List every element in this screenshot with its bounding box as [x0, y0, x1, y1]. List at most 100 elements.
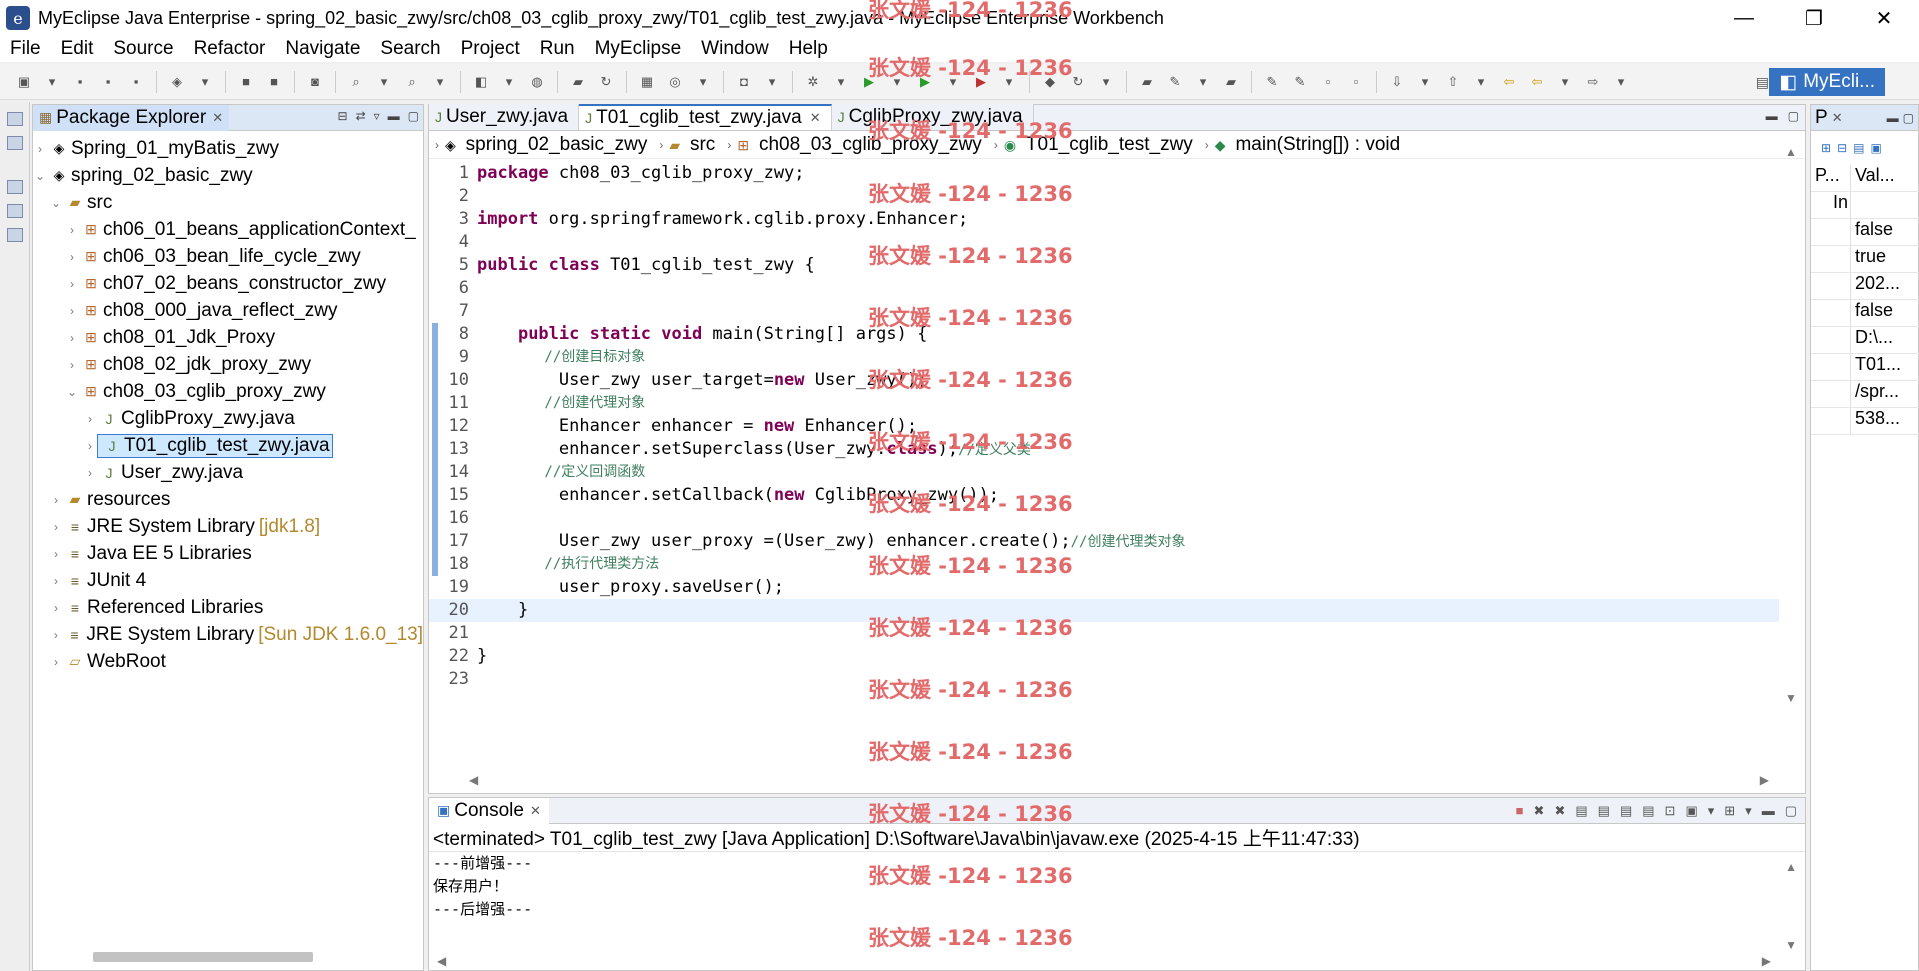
collapse-arrow-icon[interactable]: ⌄: [49, 196, 63, 210]
expand-arrow-icon[interactable]: ›: [65, 331, 79, 345]
clear-console-icon[interactable]: ▤: [1575, 803, 1587, 819]
folder-icon[interactable]: ▰: [567, 72, 589, 92]
breadcrumb-method[interactable]: ◆ main(String[]) : void: [1215, 134, 1406, 156]
tree-item-package[interactable]: › ⊞ ch08_01_Jdk_Proxy: [33, 324, 423, 351]
menu-navigate[interactable]: Navigate: [275, 38, 370, 60]
menu-refactor[interactable]: Refactor: [184, 38, 276, 60]
dropdown-icon[interactable]: ▾: [1095, 72, 1117, 92]
open-console-icon[interactable]: ⊞: [1724, 803, 1735, 819]
new-wizard-icon[interactable]: ◈: [166, 72, 188, 92]
perspective-button[interactable]: ◧ MyEcli...: [1769, 68, 1885, 96]
search-icon[interactable]: ⌕: [345, 72, 367, 92]
property-value[interactable]: 538...: [1851, 408, 1919, 434]
new-class-icon[interactable]: ◆: [1039, 72, 1061, 92]
tree-item-file-selected[interactable]: › J T01_cglib_test_zwy.java: [33, 432, 423, 459]
scroll-left-icon[interactable]: ◀: [437, 954, 446, 968]
expand-arrow-icon[interactable]: ›: [49, 655, 63, 669]
open-type-icon[interactable]: ⌕: [401, 72, 423, 92]
db-icon[interactable]: ◎: [664, 72, 686, 92]
categories-icon[interactable]: ⊞: [1821, 141, 1831, 155]
property-value[interactable]: true: [1851, 246, 1919, 272]
dropdown-icon[interactable]: ▾: [1192, 72, 1214, 92]
minimize-button[interactable]: —: [1709, 0, 1779, 36]
expand-arrow-icon[interactable]: ›: [49, 574, 63, 588]
tree-item-library[interactable]: › ≡ JRE System Library [jdk1.8]: [33, 513, 423, 540]
minimize-view-icon[interactable]: ▬: [1762, 803, 1775, 819]
property-value[interactable]: false: [1851, 219, 1919, 245]
open-task-icon[interactable]: ▰: [1220, 72, 1242, 92]
column-header[interactable]: P...: [1811, 165, 1851, 191]
expand-arrow-icon[interactable]: ›: [65, 250, 79, 264]
restore-icon[interactable]: [7, 180, 23, 194]
table-icon[interactable]: ▦: [636, 72, 658, 92]
tree-item-folder[interactable]: › ▰ resources: [33, 486, 423, 513]
refresh-icon[interactable]: ↻: [595, 72, 617, 92]
last-edit-icon[interactable]: ⇦: [1498, 72, 1520, 92]
menu-edit[interactable]: Edit: [51, 38, 104, 60]
debug-icon[interactable]: ✲: [802, 72, 824, 92]
print-icon[interactable]: ▪: [125, 72, 147, 92]
server-icon[interactable]: ◙: [304, 72, 326, 92]
run-coverage-icon[interactable]: ▶: [914, 72, 936, 92]
maximize-view-icon[interactable]: ▢: [408, 109, 419, 123]
dropdown-icon[interactable]: ▾: [373, 72, 395, 92]
restore-defaults-icon[interactable]: ▣: [1870, 141, 1881, 155]
maximize-view-icon[interactable]: ▢: [1903, 111, 1914, 125]
expand-arrow-icon[interactable]: ›: [49, 601, 63, 615]
hierarchy-icon[interactable]: [7, 136, 23, 150]
camera-icon[interactable]: ◘: [733, 72, 755, 92]
menu-window[interactable]: Window: [691, 38, 779, 60]
horizontal-scrollbar[interactable]: ◀ ▶: [469, 773, 1769, 787]
expand-arrow-icon[interactable]: ›: [33, 142, 47, 156]
expand-arrow-icon[interactable]: ›: [83, 466, 97, 480]
close-icon[interactable]: ✕: [810, 110, 821, 126]
minimize-view-icon[interactable]: ▬: [1766, 109, 1778, 123]
tree-item-project[interactable]: ⌄ ◈ spring_02_basic_zwy: [33, 162, 423, 189]
close-button[interactable]: ✕: [1849, 0, 1919, 36]
image-icon[interactable]: [7, 204, 23, 218]
display-console-icon[interactable]: ▣: [1685, 803, 1697, 819]
scroll-up-icon[interactable]: ▲: [1785, 860, 1797, 874]
dropdown-icon[interactable]: ▾: [1745, 803, 1752, 819]
scroll-up-icon[interactable]: ▲: [1785, 145, 1797, 159]
dropdown-icon[interactable]: ▾: [942, 72, 964, 92]
remove-all-icon[interactable]: ✖: [1554, 803, 1565, 819]
tree-item-file[interactable]: › J User_zwy.java: [33, 459, 423, 486]
scroll-right-icon[interactable]: ▶: [1760, 773, 1769, 787]
scroll-left-icon[interactable]: ◀: [469, 773, 478, 787]
menu-help[interactable]: Help: [779, 38, 838, 60]
property-value[interactable]: false: [1851, 300, 1919, 326]
deploy-icon[interactable]: ■: [263, 72, 285, 92]
expand-arrow-icon[interactable]: ›: [65, 277, 79, 291]
tree-item-package[interactable]: › ⊞ ch06_01_beans_applicationContext_: [33, 216, 423, 243]
dropdown-icon[interactable]: ▾: [429, 72, 451, 92]
breadcrumb-class[interactable]: ◉ T01_cglib_test_zwy: [1004, 134, 1199, 156]
editor-tab-active[interactable]: J T01_cglib_test_zwy.java ✕: [579, 104, 832, 130]
property-value[interactable]: 202...: [1851, 273, 1919, 299]
forward-icon[interactable]: ⇨: [1582, 72, 1604, 92]
web-icon[interactable]: ◧: [470, 72, 492, 92]
maximize-view-icon[interactable]: ▢: [1785, 803, 1797, 819]
collapse-arrow-icon[interactable]: ⌄: [33, 169, 47, 183]
package-explorer-tab[interactable]: ▦ Package Explorer ✕: [33, 104, 230, 131]
doc2-icon[interactable]: ▫: [1345, 72, 1367, 92]
servers-icon[interactable]: [7, 228, 23, 242]
new-icon[interactable]: ▣: [13, 72, 35, 92]
maximize-button[interactable]: ❐: [1779, 0, 1849, 36]
advanced-icon[interactable]: ▤: [1853, 141, 1864, 155]
dropdown-icon[interactable]: ▾: [1414, 72, 1436, 92]
word-wrap-icon[interactable]: ▤: [1620, 803, 1632, 819]
dropdown-icon[interactable]: ▾: [194, 72, 216, 92]
remove-launch-icon[interactable]: ✖: [1534, 803, 1545, 819]
run-icon[interactable]: ▶: [858, 72, 880, 92]
collapse-all-icon[interactable]: ⊟: [338, 109, 348, 123]
expand-arrow-icon[interactable]: ›: [49, 493, 63, 507]
property-value[interactable]: D:\...: [1851, 327, 1919, 353]
minimize-view-icon[interactable]: ▬: [1887, 111, 1899, 125]
back-icon[interactable]: ⇦: [1526, 72, 1548, 92]
console-tab[interactable]: ▣ Console ✕: [429, 797, 549, 824]
menu-source[interactable]: Source: [103, 38, 183, 60]
tree-item-library[interactable]: › ≡ JUnit 4: [33, 567, 423, 594]
breadcrumb-src[interactable]: ▰ src: [669, 134, 721, 156]
menu-project[interactable]: Project: [451, 38, 530, 60]
